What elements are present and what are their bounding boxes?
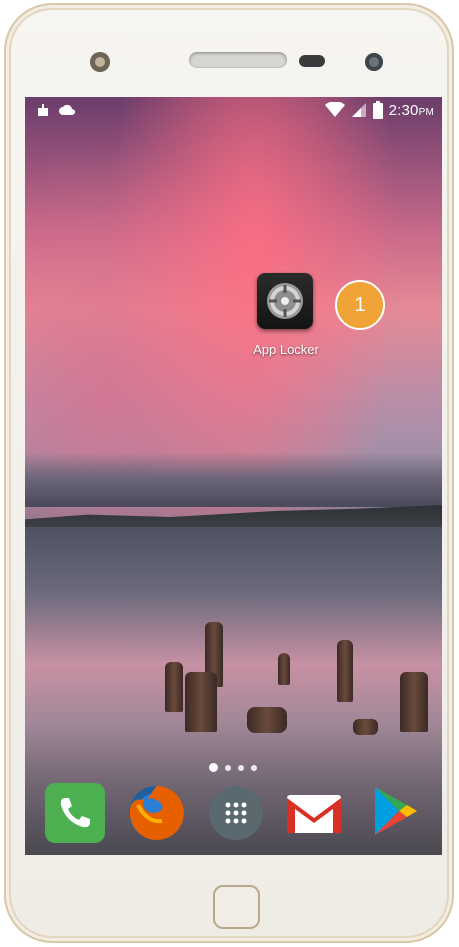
- wallpaper-post: [165, 662, 183, 712]
- lock-dial-icon: [267, 283, 303, 319]
- proximity-sensor: [299, 55, 325, 67]
- dock: [25, 781, 442, 855]
- dock-app-drawer[interactable]: [206, 783, 266, 843]
- battery-icon: [372, 101, 383, 119]
- gmail-icon: [287, 795, 341, 833]
- phone-icon: [45, 783, 105, 843]
- front-camera-icon: [365, 53, 383, 71]
- app-locker-shortcut[interactable]: [257, 273, 313, 329]
- rear-camera-icon: [90, 52, 110, 72]
- dock-firefox[interactable]: [126, 783, 186, 843]
- app-drawer-icon: [209, 786, 263, 840]
- dock-phone[interactable]: [45, 783, 105, 843]
- firefox-icon: [129, 785, 184, 840]
- cloud-icon: [59, 104, 75, 115]
- wallpaper-post: [337, 640, 353, 702]
- wallpaper-hills: [25, 505, 442, 529]
- page-dot-active: [209, 763, 218, 772]
- android-debug-icon: [38, 104, 48, 116]
- wallpaper-post: [278, 653, 290, 685]
- wallpaper-post: [185, 672, 217, 732]
- wifi-icon: [324, 102, 345, 117]
- page-dot: [251, 764, 257, 771]
- callout-badge: 1: [335, 280, 385, 330]
- clock: 2:30PM: [389, 102, 434, 119]
- wallpaper-post: [353, 719, 378, 735]
- signal-icon: [351, 103, 366, 117]
- clock-time: 2:30: [388, 101, 419, 119]
- dock-gmail[interactable]: [284, 783, 344, 843]
- clock-ampm: PM: [418, 106, 434, 118]
- wallpaper-post: [400, 672, 428, 732]
- wallpaper-post: [247, 707, 287, 733]
- page-dot: [238, 764, 244, 771]
- dock-play-store[interactable]: [363, 783, 423, 843]
- fingerprint-home-button[interactable]: [213, 885, 260, 929]
- wallpaper-clouds: [25, 452, 442, 507]
- status-bar: 2:30PM: [25, 97, 442, 125]
- page-dot: [225, 764, 231, 771]
- home-screen: 2:30PM App Locker 1: [25, 97, 442, 855]
- play-store-icon: [375, 787, 417, 835]
- page-indicator: [209, 763, 257, 772]
- earpiece-speaker: [189, 52, 287, 68]
- app-locker-label: App Locker: [253, 342, 319, 357]
